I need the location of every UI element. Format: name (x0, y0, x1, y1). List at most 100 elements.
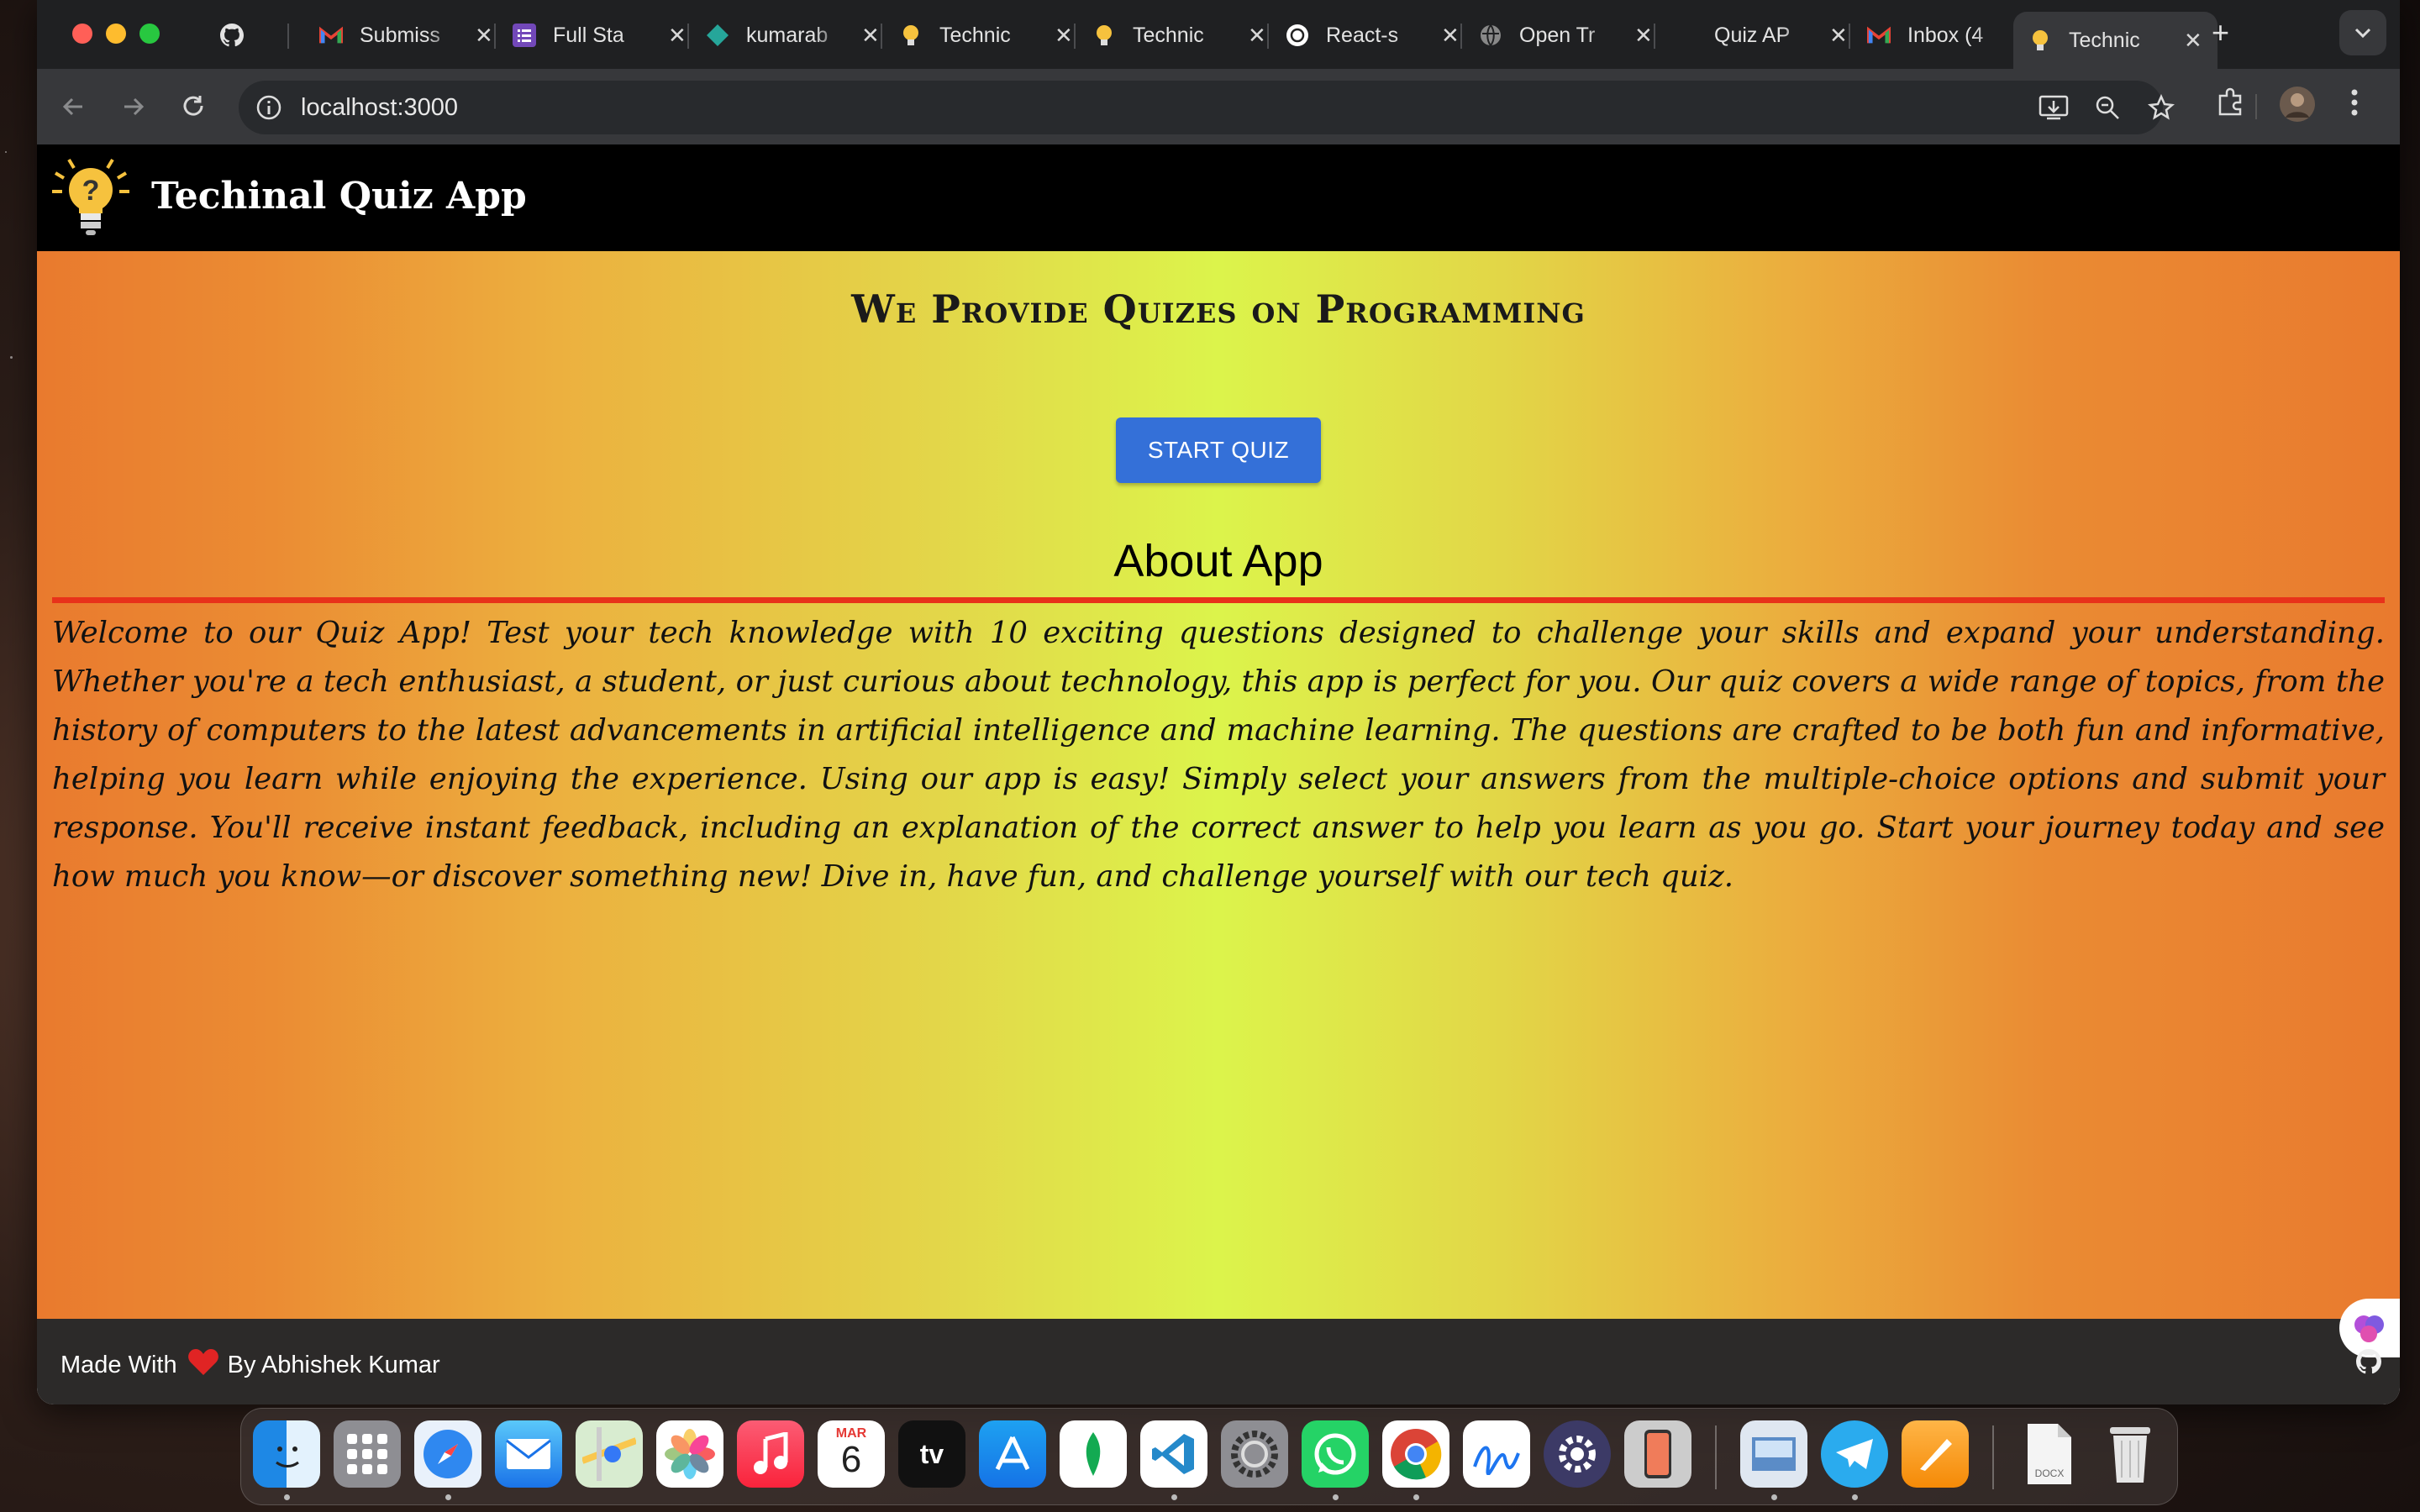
tab-technical-1[interactable]: Technic ✕ (884, 12, 1088, 59)
iphone-mirroring-icon[interactable] (1624, 1420, 1691, 1488)
about-paragraph: Welcome to our Quiz App! Test your tech … (52, 616, 2385, 894)
tab-separator (1849, 24, 1850, 49)
apple-tv-icon[interactable]: tv (898, 1420, 965, 1488)
freeform-icon[interactable] (1463, 1420, 1530, 1488)
close-tab-icon[interactable]: ✕ (1441, 23, 1460, 49)
app-store-icon[interactable] (979, 1420, 1046, 1488)
profile-avatar[interactable] (2279, 86, 2316, 127)
running-indicator (1771, 1494, 1777, 1500)
close-tab-icon[interactable]: ✕ (861, 23, 880, 49)
forms-icon (513, 24, 536, 47)
telegram-icon[interactable] (1821, 1420, 1888, 1488)
globe-icon (1479, 24, 1502, 47)
footer-credit: Made With By Abhishek Kumar (60, 1347, 440, 1383)
openai-icon (1286, 24, 1309, 47)
tab-separator (287, 24, 289, 49)
extensions-icon[interactable] (2215, 87, 2245, 122)
tab-full-stack[interactable]: Full Sta ✕ (497, 12, 702, 59)
more-menu-icon[interactable] (2349, 87, 2360, 122)
pages-icon[interactable] (1902, 1420, 1969, 1488)
bookmark-star-icon[interactable] (2148, 93, 2175, 125)
close-tab-icon[interactable]: ✕ (668, 23, 687, 49)
tab-github[interactable] (205, 12, 276, 59)
forward-button[interactable] (114, 87, 153, 126)
tab-title: Open Tr (1519, 23, 1596, 47)
tab-technical-2[interactable]: Technic ✕ (1077, 12, 1281, 59)
control-center-icon[interactable] (1544, 1420, 1611, 1488)
docx-label: DOCX (2034, 1467, 2065, 1479)
site-info-icon[interactable] (255, 94, 282, 125)
browser-toolbar: localhost:3000 (37, 69, 2400, 144)
tab-technical-active[interactable]: Technic ✕ (2013, 12, 2217, 69)
photos-icon[interactable] (656, 1420, 723, 1488)
address-bar[interactable]: localhost:3000 (239, 81, 2175, 134)
install-app-icon[interactable] (2039, 94, 2069, 125)
preview-icon[interactable] (1740, 1420, 1807, 1488)
tab-kumarab[interactable]: kumarab ✕ (691, 12, 895, 59)
tab-title: kumarab (746, 23, 829, 47)
tab-react[interactable]: React-s ✕ (1270, 12, 1475, 59)
tab-separator (1267, 24, 1269, 49)
running-indicator (1333, 1494, 1339, 1500)
music-icon[interactable] (737, 1420, 804, 1488)
gmail-icon (319, 24, 343, 47)
close-window-button[interactable] (72, 24, 92, 44)
tab-separator (1460, 24, 1462, 49)
running-indicator (1171, 1494, 1177, 1500)
close-tab-icon[interactable]: ✕ (1055, 23, 1073, 49)
trash-icon[interactable] (2096, 1420, 2164, 1488)
close-tab-icon[interactable]: ✕ (1829, 23, 1848, 49)
tab-separator (1654, 24, 1655, 49)
tab-open-trivia[interactable]: Open Tr ✕ (1464, 12, 1668, 59)
tab-title: Technic (1133, 23, 1204, 47)
tab-title: Full Sta (553, 23, 624, 47)
docx-file-icon[interactable]: DOCX (2016, 1420, 2083, 1488)
tab-separator (881, 24, 882, 49)
start-quiz-button[interactable]: START QUIZ (1116, 417, 1321, 483)
about-heading: About App (1113, 536, 1323, 586)
tab-submissions[interactable]: Submiss ✕ (304, 12, 508, 59)
new-tab-button[interactable]: + (2212, 15, 2229, 50)
footer-prefix: Made With (60, 1351, 177, 1378)
tab-title: Technic (939, 23, 1011, 47)
running-indicator (445, 1494, 451, 1500)
footer-author: By Abhishek Kumar (227, 1351, 440, 1378)
tab-quiz-api[interactable]: Quiz AP ✕ (1659, 12, 1863, 59)
bulb-icon (2028, 29, 2052, 52)
zoom-window-button[interactable] (139, 24, 160, 44)
toolbar-separator (2255, 94, 2257, 119)
tab-separator (687, 24, 689, 49)
tab-title: React-s (1326, 23, 1399, 47)
bulb-icon (899, 24, 923, 47)
close-tab-icon[interactable]: ✕ (475, 23, 493, 49)
close-tab-icon[interactable]: ✕ (2184, 28, 2202, 54)
calendar-day: 6 (840, 1439, 862, 1480)
system-settings-icon[interactable] (1221, 1420, 1288, 1488)
tab-title: Quiz AP (1714, 23, 1791, 47)
macos-dock: MAR 6 tv DOCX (240, 1408, 2178, 1505)
dock-separator (1992, 1425, 1994, 1489)
close-tab-icon[interactable]: ✕ (1634, 23, 1653, 49)
finder-icon[interactable] (253, 1420, 320, 1488)
maps-icon[interactable] (576, 1420, 643, 1488)
reload-button[interactable] (175, 87, 213, 126)
close-tab-icon[interactable]: ✕ (1248, 23, 1266, 49)
minimize-window-button[interactable] (106, 24, 126, 44)
brain-icon (2354, 1315, 2384, 1342)
chrome-icon[interactable] (1382, 1420, 1449, 1488)
safari-icon[interactable] (414, 1420, 481, 1488)
back-button[interactable] (54, 87, 92, 126)
whatsapp-icon[interactable] (1302, 1420, 1369, 1488)
zoom-icon[interactable] (2094, 94, 2121, 125)
github-icon[interactable] (2356, 1349, 2381, 1378)
launchpad-icon[interactable] (334, 1420, 401, 1488)
mongodb-compass-icon[interactable] (1060, 1420, 1127, 1488)
calendar-icon[interactable]: MAR 6 (818, 1420, 885, 1488)
github-icon (220, 24, 244, 47)
mail-icon[interactable] (495, 1420, 562, 1488)
page-viewport: ? Techinal Quiz App We Provide Quizes on… (37, 144, 2400, 1404)
url-text[interactable]: localhost:3000 (301, 94, 458, 122)
vscode-icon[interactable] (1140, 1420, 1207, 1488)
tab-title: Submiss (360, 23, 440, 47)
tab-search-button[interactable] (2339, 10, 2386, 55)
